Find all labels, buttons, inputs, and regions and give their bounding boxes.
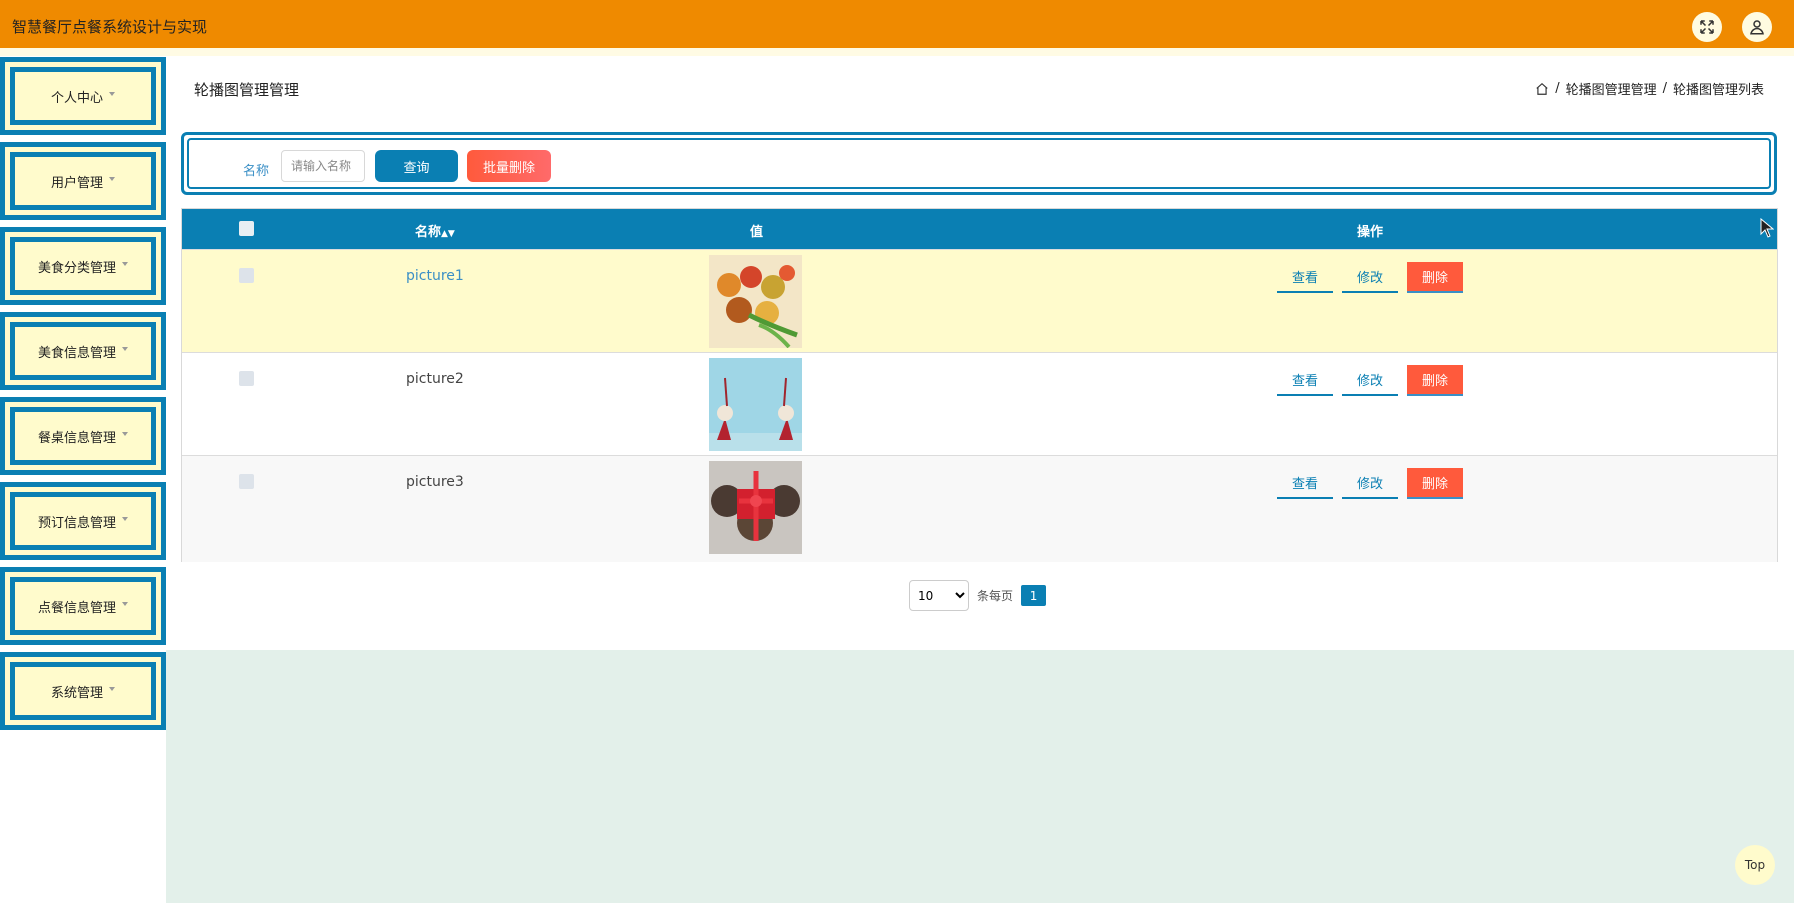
row-thumbnail-image — [709, 255, 802, 348]
fullscreen-icon[interactable] — [1692, 12, 1722, 42]
page-size-select[interactable]: 10 — [909, 580, 969, 611]
edit-button[interactable]: 修改 — [1342, 365, 1398, 396]
sidebar-item-system-management[interactable]: 系统管理 — [0, 652, 166, 730]
caret-down-icon — [122, 347, 128, 351]
sidebar-item-label: 餐桌信息管理 — [37, 430, 116, 446]
carousel-table: 名称▲▼ 值 操作 picture1 查看 修改 删除 picture2 查看 … — [181, 208, 1778, 562]
row-thumbnail-image — [709, 358, 802, 451]
row-thumbnail-image — [709, 461, 802, 554]
search-panel: 名称 查询 批量删除 — [181, 132, 1777, 195]
caret-down-icon — [122, 602, 128, 606]
per-page-label: 条每页 — [977, 589, 1014, 603]
sidebar-item-label: 预订信息管理 — [37, 515, 116, 531]
sidebar-item-user-management[interactable]: 用户管理 — [0, 142, 166, 220]
name-label: 名称 — [243, 164, 270, 179]
caret-down-icon — [122, 262, 128, 266]
row-checkbox[interactable] — [239, 474, 254, 489]
sidebar-item-label: 个人中心 — [50, 90, 103, 106]
row-checkbox[interactable] — [239, 268, 254, 283]
name-search-input[interactable] — [281, 150, 365, 182]
caret-down-icon — [122, 517, 128, 521]
row-name: picture1 — [406, 268, 464, 284]
breadcrumb-separator: / — [1555, 81, 1560, 96]
batch-delete-button[interactable]: 批量删除 — [467, 150, 551, 182]
sidebar-item-label: 系统管理 — [50, 685, 103, 701]
sidebar-item-label: 美食分类管理 — [37, 260, 116, 276]
edit-button[interactable]: 修改 — [1342, 468, 1398, 499]
content-background — [166, 650, 1794, 903]
edit-button[interactable]: 修改 — [1342, 262, 1398, 293]
caret-down-icon — [109, 177, 115, 181]
view-button[interactable]: 查看 — [1277, 468, 1333, 499]
breadcrumb-item[interactable]: 轮播图管理管理 — [1566, 79, 1657, 98]
sidebar: 个人中心 用户管理 美食分类管理 美食信息管理 餐桌信息管理 预订信息管理 点餐… — [0, 56, 166, 903]
caret-down-icon — [109, 92, 115, 96]
header-underline — [0, 48, 1794, 56]
breadcrumb: / 轮播图管理管理 / 轮播图管理列表 — [1535, 79, 1764, 98]
row-name: picture2 — [406, 371, 464, 387]
select-all-checkbox[interactable] — [239, 221, 254, 236]
pagination: 10 条每页 1 — [909, 580, 1047, 611]
app-title: 智慧餐厅点餐系统设计与实现 — [12, 18, 208, 36]
home-icon[interactable] — [1535, 82, 1549, 96]
user-icon[interactable] — [1742, 12, 1772, 42]
sort-icon[interactable]: ▲▼ — [441, 229, 455, 239]
view-button[interactable]: 查看 — [1277, 262, 1333, 293]
sidebar-item-food-category[interactable]: 美食分类管理 — [0, 227, 166, 305]
caret-down-icon — [122, 432, 128, 436]
top-bar: 智慧餐厅点餐系统设计与实现 — [0, 0, 1794, 48]
sidebar-item-label: 用户管理 — [50, 175, 103, 191]
sidebar-item-food-info[interactable]: 美食信息管理 — [0, 312, 166, 390]
sidebar-item-reservation-info[interactable]: 预订信息管理 — [0, 482, 166, 560]
header-name[interactable]: 名称▲▼ — [415, 221, 455, 240]
table-row: picture2 查看 修改 删除 — [182, 352, 1777, 455]
mouse-cursor-icon — [1760, 218, 1774, 238]
sidebar-item-table-info[interactable]: 餐桌信息管理 — [0, 397, 166, 475]
row-name: picture3 — [406, 474, 464, 490]
query-button[interactable]: 查询 — [375, 150, 458, 182]
page-number-button[interactable]: 1 — [1021, 585, 1047, 606]
delete-button[interactable]: 删除 — [1407, 262, 1463, 293]
back-to-top-button[interactable]: Top — [1735, 845, 1775, 885]
breadcrumb-item: 轮播图管理列表 — [1672, 83, 1764, 98]
table-row: picture3 查看 修改 删除 — [182, 455, 1777, 562]
page-title: 轮播图管理管理 — [194, 81, 300, 99]
row-checkbox[interactable] — [239, 371, 254, 386]
breadcrumb-separator: / — [1662, 81, 1667, 96]
sidebar-item-label: 点餐信息管理 — [37, 600, 116, 616]
sidebar-item-personal-center[interactable]: 个人中心 — [0, 57, 166, 135]
caret-down-icon — [109, 687, 115, 691]
table-row: picture1 查看 修改 删除 — [182, 249, 1777, 352]
delete-button[interactable]: 删除 — [1407, 365, 1463, 396]
header-actions: 操作 — [1357, 225, 1384, 240]
header-value: 值 — [750, 225, 764, 240]
delete-button[interactable]: 删除 — [1407, 468, 1463, 499]
sidebar-item-label: 美食信息管理 — [37, 345, 116, 361]
sidebar-item-order-info[interactable]: 点餐信息管理 — [0, 567, 166, 645]
table-header: 名称▲▼ 值 操作 — [182, 209, 1777, 249]
view-button[interactable]: 查看 — [1277, 365, 1333, 396]
